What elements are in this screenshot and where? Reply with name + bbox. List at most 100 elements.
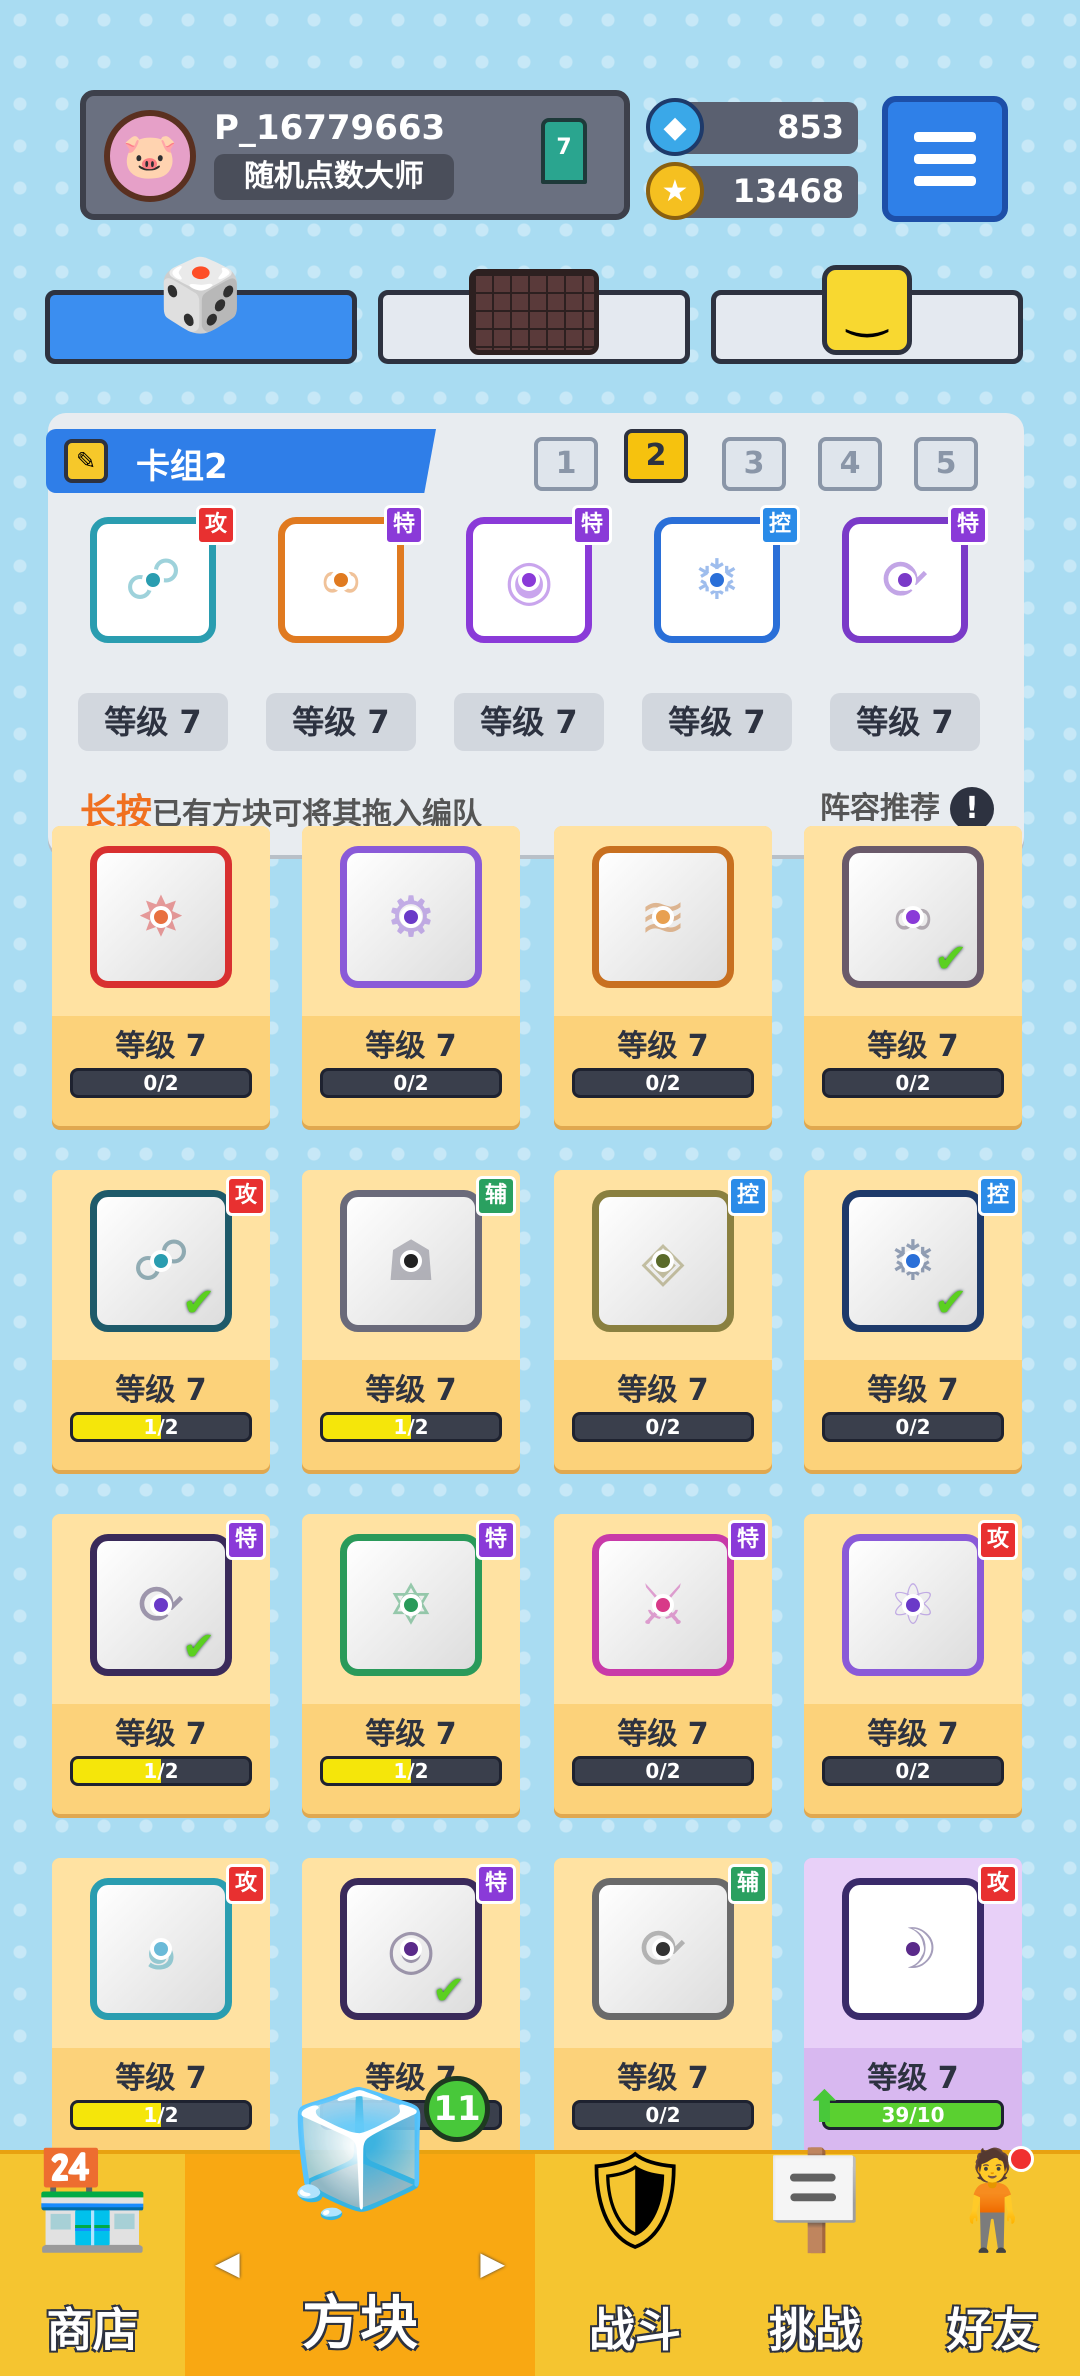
block-card[interactable]: ⚛攻等级 7 0/2: [804, 1514, 1022, 1814]
deck-number-2[interactable]: 2: [624, 429, 688, 483]
deck-card[interactable]: ⟳特: [830, 505, 988, 655]
progress-text: 0/2: [645, 1071, 681, 1095]
block-dot: [150, 906, 172, 928]
avatar[interactable]: 🐷: [104, 110, 196, 202]
block-card[interactable]: ◈控等级 7 0/2: [554, 1170, 772, 1470]
board-grid-icon: [469, 269, 599, 355]
upgrade-progress-bar: 0/2: [822, 1068, 1004, 1098]
profile-panel[interactable]: 🐷 P_16779663 随机点数大师 7: [80, 90, 630, 220]
nav-challenge-label: 挑战: [769, 2303, 861, 2357]
card-type-tag: 特: [226, 1520, 266, 1560]
progress-text: 1/2: [393, 1415, 429, 1439]
gem-count: 853: [777, 108, 844, 146]
upgrade-arrow-icon: ⬆: [806, 2082, 843, 2133]
nav-challenge[interactable]: 🪧 挑战: [725, 2144, 905, 2376]
block-dot: [894, 569, 916, 591]
card-type-tag: 特: [572, 505, 612, 545]
deck-card[interactable]: ☍攻: [78, 505, 236, 655]
block-level: 等级 7: [867, 1029, 959, 1064]
upgrade-progress-bar: 1/2: [70, 2100, 252, 2130]
tab-emote[interactable]: ‿: [711, 265, 1023, 364]
block-card[interactable]: ☗辅等级 7 1/2: [302, 1170, 520, 1470]
block-card[interactable]: ☽攻等级 739/10⬆: [804, 1858, 1022, 2158]
card-type-tag: 特: [384, 505, 424, 545]
block-card[interactable]: ∞✔等级 70/2: [804, 826, 1022, 1126]
tab-board[interactable]: [378, 269, 690, 364]
upgrade-progress-bar: 0/2: [572, 2100, 754, 2130]
upgrade-progress-bar: 1/2: [70, 1756, 252, 1786]
coin-counter[interactable]: ★ 13468: [646, 162, 858, 220]
block-card[interactable]: ๑攻等级 7 1/2: [52, 1858, 270, 2158]
progress-text: 1/2: [143, 1759, 179, 1783]
upgrade-progress-bar: 1/2: [320, 1412, 502, 1442]
block-level: 等级 7: [617, 1029, 709, 1064]
block-dot: [706, 569, 728, 591]
deck-number-3[interactable]: 3: [722, 437, 786, 491]
block-dot: [902, 1594, 924, 1616]
signpost-icon: 🪧: [755, 2144, 875, 2256]
gem-counter[interactable]: ◆ 853: [646, 98, 858, 156]
deck-number-1[interactable]: 1: [534, 437, 598, 491]
block-dot: [652, 1594, 674, 1616]
block-card[interactable]: ✸ 等级 7 0/2: [52, 826, 270, 1126]
nav-blocks-label: 方块: [301, 2289, 418, 2357]
deck-number-4[interactable]: 4: [818, 437, 882, 491]
card-type-tag: 攻: [978, 1520, 1018, 1560]
card-type-tag: 特: [728, 1520, 768, 1560]
block-dot: [400, 1938, 422, 1960]
upgrade-progress-bar: 0/2: [572, 1756, 754, 1786]
upgrade-progress-bar: 0/2: [70, 1068, 252, 1098]
nav-shop-label: 商店: [46, 2303, 139, 2357]
progress-text: 0/2: [895, 1759, 931, 1783]
lineup-recommend-button[interactable]: 阵容推荐!: [820, 783, 994, 831]
block-dot: [400, 906, 422, 928]
progress-text: 0/2: [645, 1415, 681, 1439]
nav-shop[interactable]: 🏪 商店: [0, 2144, 185, 2376]
smile-face-icon: ‿: [822, 265, 912, 355]
block-dot: [652, 1938, 674, 1960]
deck-card-level: 等级 7: [830, 693, 980, 751]
deck-card[interactable]: ∞特: [266, 505, 424, 655]
card-type-tag: 控: [728, 1176, 768, 1216]
deck-title-bar[interactable]: ✎ 卡组2: [46, 429, 436, 493]
nav-friends[interactable]: 🧍 好友: [905, 2144, 1080, 2376]
progress-text: 1/2: [143, 1415, 179, 1439]
block-level: 等级 7: [115, 1029, 207, 1064]
block-card[interactable]: ⚙ 等级 7 0/2: [302, 826, 520, 1126]
nav-battle[interactable]: 🛡 战斗: [545, 2144, 725, 2376]
deck-card[interactable]: ❄控: [642, 505, 800, 655]
edit-pencil-icon[interactable]: ✎: [64, 439, 108, 483]
menu-line: [914, 132, 976, 142]
tab-dice[interactable]: 🎲: [45, 254, 357, 364]
block-art-grid-6: ◈: [592, 1190, 734, 1332]
rank-ribbon-icon[interactable]: 7: [541, 118, 587, 184]
coin-count: 13468: [732, 172, 844, 210]
block-dot: [330, 569, 352, 591]
block-level: 等级 7: [365, 1373, 457, 1408]
block-card[interactable]: ☍攻✔等级 71/2: [52, 1170, 270, 1470]
deck-card[interactable]: ◉特: [454, 505, 612, 655]
card-type-tag: 控: [978, 1176, 1018, 1216]
menu-button[interactable]: [882, 96, 1008, 222]
block-card[interactable]: ⟳辅等级 7 0/2: [554, 1858, 772, 2158]
coin-icon: ★: [646, 162, 704, 220]
card-type-tag: 辅: [728, 1864, 768, 1904]
deck-number-5[interactable]: 5: [914, 437, 978, 491]
block-card[interactable]: ✡特等级 7 1/2: [302, 1514, 520, 1814]
nav-blocks[interactable]: 🧊 ◀ ▶ 方块: [185, 2084, 535, 2376]
block-card[interactable]: ⟳特✔等级 71/2: [52, 1514, 270, 1814]
progress-text: 1/2: [143, 2103, 179, 2127]
block-art-grid-0: ✸: [90, 846, 232, 988]
block-card[interactable]: ≋ 等级 7 0/2: [554, 826, 772, 1126]
block-art-grid-11: ⚛: [842, 1534, 984, 1676]
recommend-label: 阵容推荐: [820, 791, 940, 826]
dice-icon: 🎲: [157, 253, 245, 336]
menu-line: [914, 176, 976, 186]
block-card[interactable]: ⚔特等级 7 0/2: [554, 1514, 772, 1814]
block-card[interactable]: ❄控✔等级 70/2: [804, 1170, 1022, 1470]
deck-card-level: 等级 7: [642, 693, 792, 751]
block-art-grid-1: ⚙: [340, 846, 482, 988]
card-type-tag: 控: [760, 505, 800, 545]
block-art-grid-14: ⟳: [592, 1878, 734, 2020]
block-level: 等级 7: [867, 1717, 959, 1752]
